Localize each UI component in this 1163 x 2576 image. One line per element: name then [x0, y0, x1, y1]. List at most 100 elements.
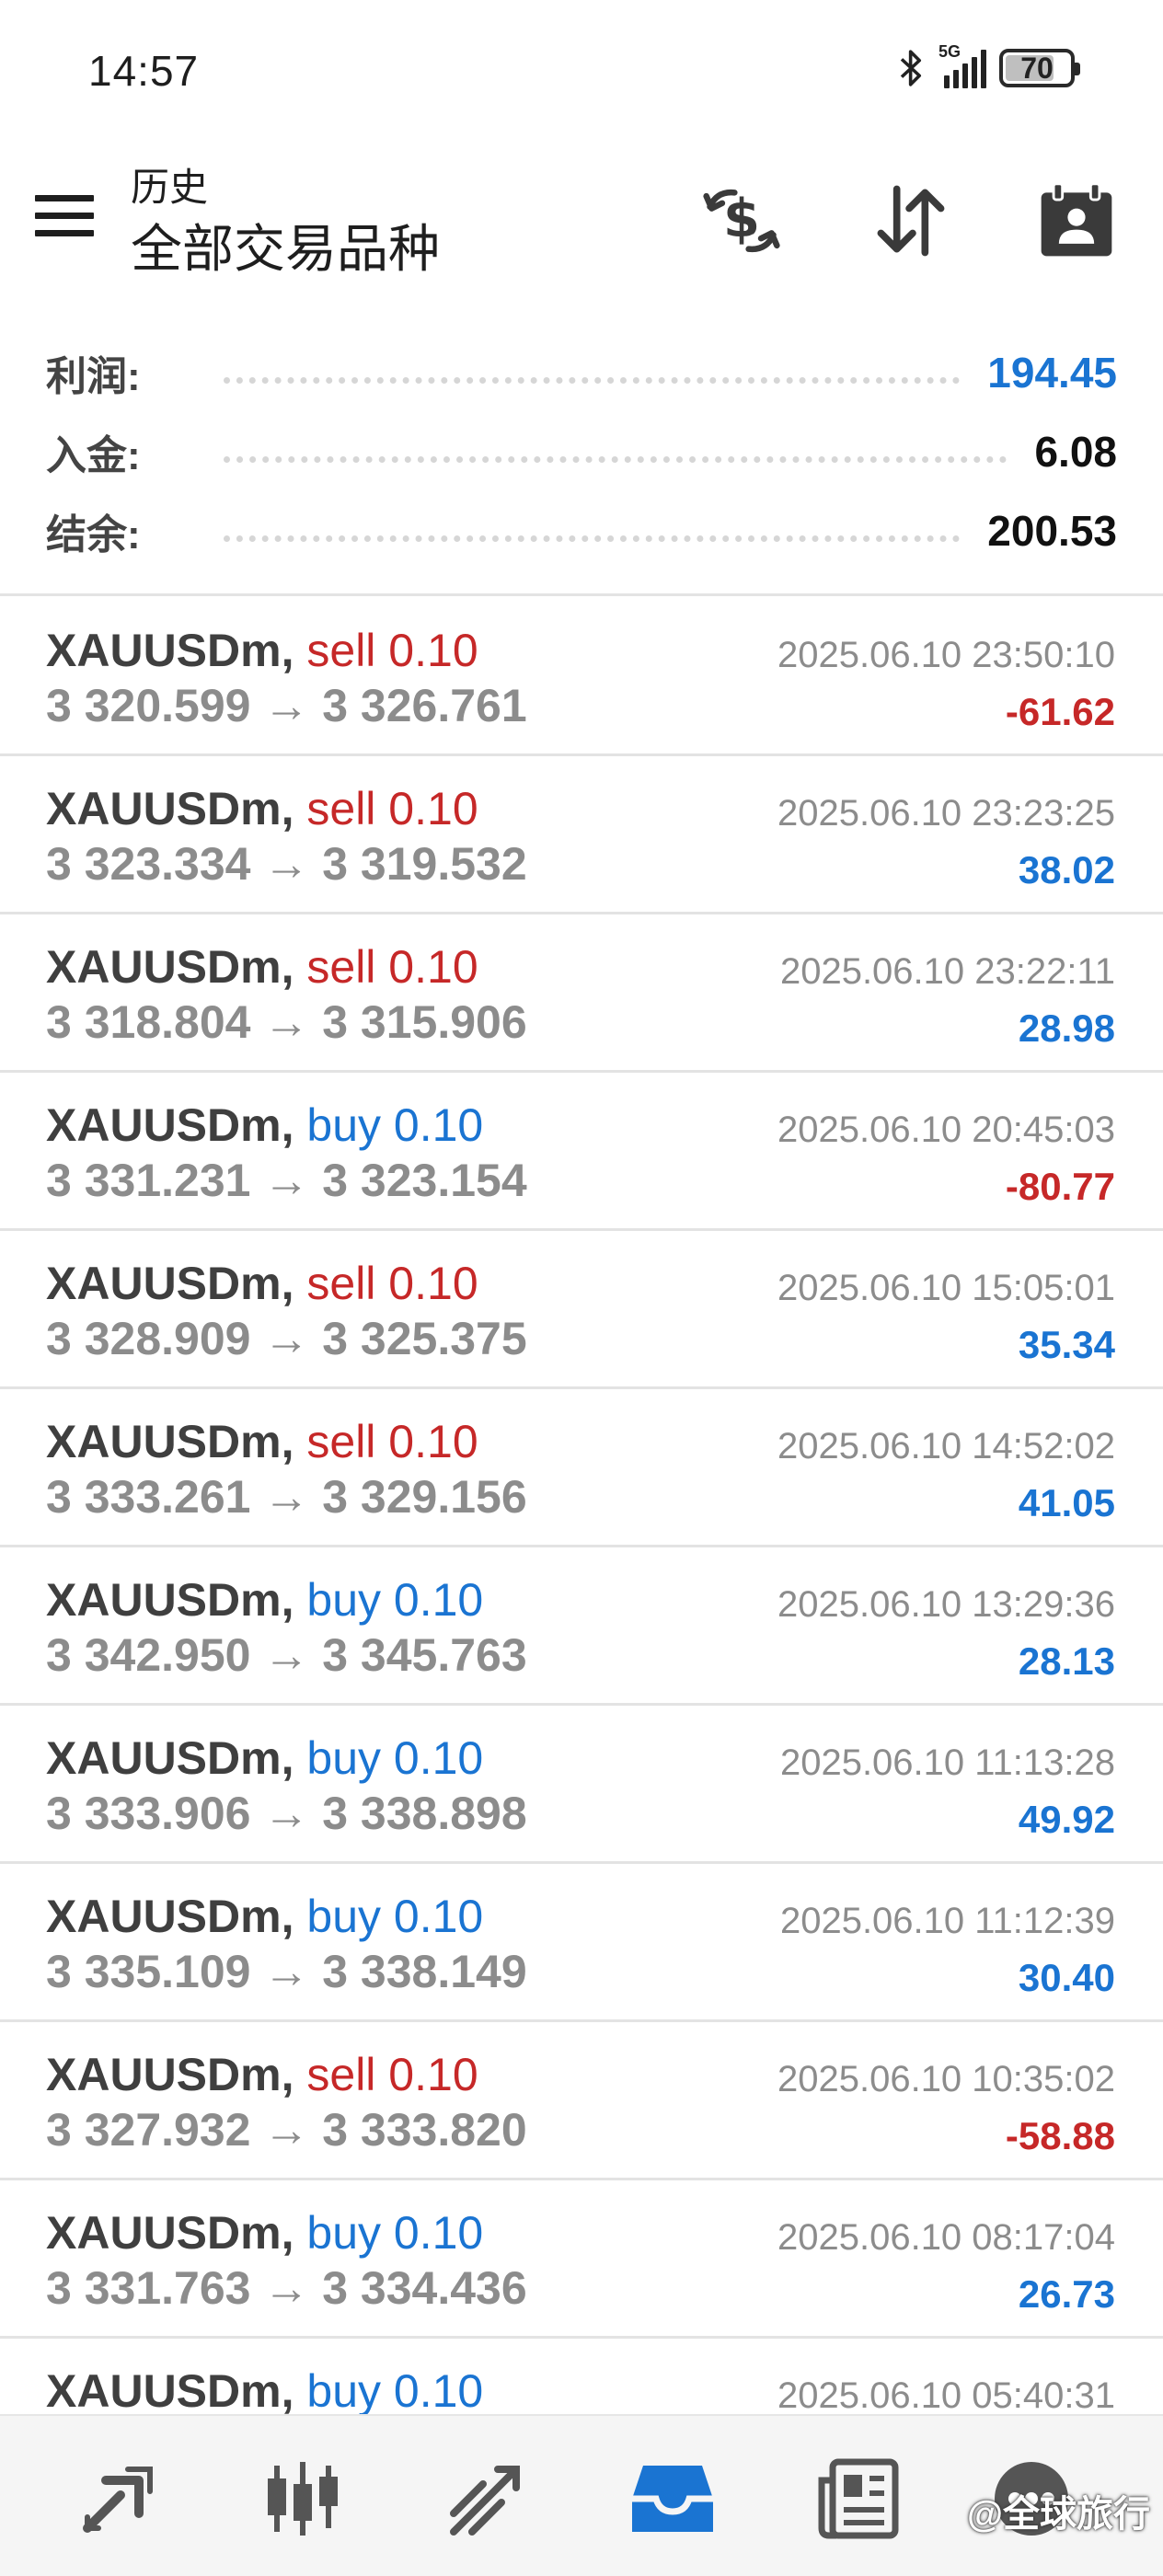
deal-profit: -80.77	[1005, 1165, 1115, 1208]
bluetooth-icon	[900, 50, 922, 86]
deposit-value: 6.08	[1034, 428, 1117, 476]
status-icons: 5G 70	[896, 42, 1080, 88]
deal-symbol: XAUUSDm,	[46, 783, 294, 834]
deal-row[interactable]: XAUUSDm, buy 0.10 3 333.906 → 3 338.898 20…	[0, 1706, 1163, 1864]
deal-type-volume: sell 0.10	[306, 625, 478, 676]
deal-type-volume: buy 0.10	[306, 1732, 484, 1784]
deal-time: 2025.06.10 23:50:10	[777, 635, 1115, 675]
deal-profit: 26.73	[1018, 2272, 1115, 2316]
deal-symbol-line: XAUUSDm, sell 0.10	[46, 1257, 478, 1310]
deal-row[interactable]: XAUUSDm, sell 0.10 3 320.599 → 3 326.761 2…	[0, 598, 1163, 756]
deal-profit: 28.98	[1018, 1006, 1115, 1050]
deal-list: XAUUSDm, sell 0.10 3 320.599 → 3 326.761 2…	[0, 598, 1163, 2497]
nav-chart[interactable]	[252, 2453, 353, 2545]
deal-type-volume: buy 0.10	[306, 1099, 484, 1151]
nav-news[interactable]	[808, 2453, 909, 2545]
battery-icon: 70	[999, 49, 1080, 87]
deposit-row: 入金: 6.08	[46, 420, 1117, 484]
deal-type-volume: buy 0.10	[306, 2365, 484, 2417]
deal-time: 2025.06.10 15:05:01	[777, 1268, 1115, 1308]
signal-icon: 5G	[938, 42, 986, 88]
leader-dots	[223, 376, 961, 384]
profit-row: 利润: 194.45	[46, 340, 1117, 405]
deal-type-volume: sell 0.10	[306, 941, 478, 993]
currency-exchange-button[interactable]: $	[696, 175, 788, 267]
deal-row[interactable]: XAUUSDm, sell 0.10 3 333.261 → 3 329.156 2…	[0, 1389, 1163, 1547]
nav-history[interactable]	[622, 2453, 723, 2545]
balance-label: 结余:	[46, 512, 141, 558]
calendar-button[interactable]	[1031, 175, 1123, 267]
battery-level: 70	[1020, 51, 1054, 85]
deal-type-volume: buy 0.10	[306, 2207, 484, 2259]
svg-text:$: $	[723, 188, 760, 249]
symbol-filter[interactable]: 全部交易品种	[131, 208, 440, 282]
nav-trade[interactable]	[436, 2453, 537, 2545]
news-icon	[818, 2458, 899, 2539]
deal-time: 2025.06.10 05:40:31	[777, 2375, 1115, 2416]
deal-prices: 3 318.804 → 3 315.906	[46, 996, 527, 1048]
status-bar: 14:57 5G 70	[0, 0, 1163, 138]
deal-profit: 49.92	[1018, 1798, 1115, 1841]
profit-value: 194.45	[987, 349, 1117, 397]
sort-button[interactable]	[865, 175, 957, 267]
menu-icon[interactable]	[35, 195, 94, 241]
deal-row[interactable]: XAUUSDm, buy 0.10 3 331.231 → 3 323.154 20…	[0, 1073, 1163, 1231]
watermark: @全球旅行	[966, 2494, 1150, 2535]
deal-prices: 3 320.599 → 3 326.761	[46, 680, 527, 731]
deal-time: 2025.06.10 08:17:04	[777, 2217, 1115, 2258]
deal-symbol-line: XAUUSDm, sell 0.10	[46, 1415, 478, 1468]
deal-symbol: XAUUSDm,	[46, 1574, 294, 1626]
network-type: 5G	[938, 42, 961, 61]
deal-profit: 28.13	[1018, 1639, 1115, 1683]
deal-symbol: XAUUSDm,	[46, 1891, 294, 1942]
deal-symbol-line: XAUUSDm, buy 0.10	[46, 2206, 483, 2260]
deal-time: 2025.06.10 14:52:02	[777, 1426, 1115, 1466]
deal-type-volume: buy 0.10	[306, 1574, 484, 1626]
deal-profit: 35.34	[1018, 1323, 1115, 1366]
deal-time: 2025.06.10 11:12:39	[779, 1901, 1115, 1941]
deal-prices: 3 335.109 → 3 338.149	[46, 1946, 527, 1997]
deal-symbol: XAUUSDm,	[46, 2049, 294, 2100]
deal-prices: 3 327.932 → 3 333.820	[46, 2104, 527, 2156]
deal-profit: 38.02	[1018, 848, 1115, 891]
deal-prices: 3 328.909 → 3 325.375	[46, 1313, 527, 1364]
deal-row[interactable]: XAUUSDm, sell 0.10 3 323.334 → 3 319.532 2…	[0, 756, 1163, 914]
deal-symbol: XAUUSDm,	[46, 1099, 294, 1151]
quotes-icon	[83, 2467, 153, 2533]
deal-symbol: XAUUSDm,	[46, 941, 294, 993]
leader-dots	[223, 455, 1008, 463]
deal-symbol-line: XAUUSDm, buy 0.10	[46, 1098, 483, 1152]
deal-prices: 3 333.906 → 3 338.898	[46, 1788, 527, 1839]
deal-time: 2025.06.10 23:22:11	[779, 951, 1115, 992]
deal-row[interactable]: XAUUSDm, sell 0.10 3 318.804 → 3 315.906 2…	[0, 914, 1163, 1073]
deal-symbol-line: XAUUSDm, sell 0.10	[46, 2048, 478, 2101]
balance-row: 结余: 200.53	[46, 499, 1117, 563]
deal-row[interactable]: XAUUSDm, buy 0.10 3 335.109 → 3 338.149 20…	[0, 1864, 1163, 2022]
nav-quotes[interactable]	[66, 2453, 167, 2545]
deal-row[interactable]: XAUUSDm, buy 0.10 3 342.950 → 3 345.763 20…	[0, 1547, 1163, 1706]
deal-prices: 3 331.231 → 3 323.154	[46, 1155, 527, 1206]
page-subtitle: 历史	[131, 166, 209, 209]
deal-time: 2025.06.10 20:45:03	[777, 1110, 1115, 1150]
deal-time: 2025.06.10 11:13:28	[779, 1742, 1115, 1783]
deal-prices: 3 323.334 → 3 319.532	[46, 838, 527, 890]
deal-symbol-line: XAUUSDm, sell 0.10	[46, 940, 478, 994]
deal-type-volume: sell 0.10	[306, 783, 478, 834]
deal-profit: 41.05	[1018, 1481, 1115, 1524]
calendar-person-icon	[1041, 182, 1112, 257]
deal-symbol: XAUUSDm,	[46, 2365, 294, 2417]
deal-prices: 3 342.950 → 3 345.763	[46, 1629, 527, 1681]
account-summary: 利润: 194.45 入金: 6.08 结余: 200.53	[0, 340, 1163, 596]
deal-type-volume: buy 0.10	[306, 1891, 484, 1942]
deal-prices: 3 331.763 → 3 334.436	[46, 2262, 527, 2314]
deal-symbol: XAUUSDm,	[46, 1732, 294, 1784]
deal-symbol-line: XAUUSDm, sell 0.10	[46, 782, 478, 835]
deal-type-volume: sell 0.10	[306, 1416, 478, 1467]
deal-symbol-line: XAUUSDm, buy 0.10	[46, 1731, 483, 1785]
deal-row[interactable]: XAUUSDm, sell 0.10 3 327.932 → 3 333.820 2…	[0, 2022, 1163, 2180]
chart-icon	[268, 2462, 338, 2536]
profit-label: 利润:	[46, 354, 141, 399]
deal-row[interactable]: XAUUSDm, buy 0.10 3 331.763 → 3 334.436 20…	[0, 2180, 1163, 2339]
deal-row[interactable]: XAUUSDm, sell 0.10 3 328.909 → 3 325.375 2…	[0, 1231, 1163, 1389]
deal-symbol-line: XAUUSDm, buy 0.10	[46, 1890, 483, 1943]
